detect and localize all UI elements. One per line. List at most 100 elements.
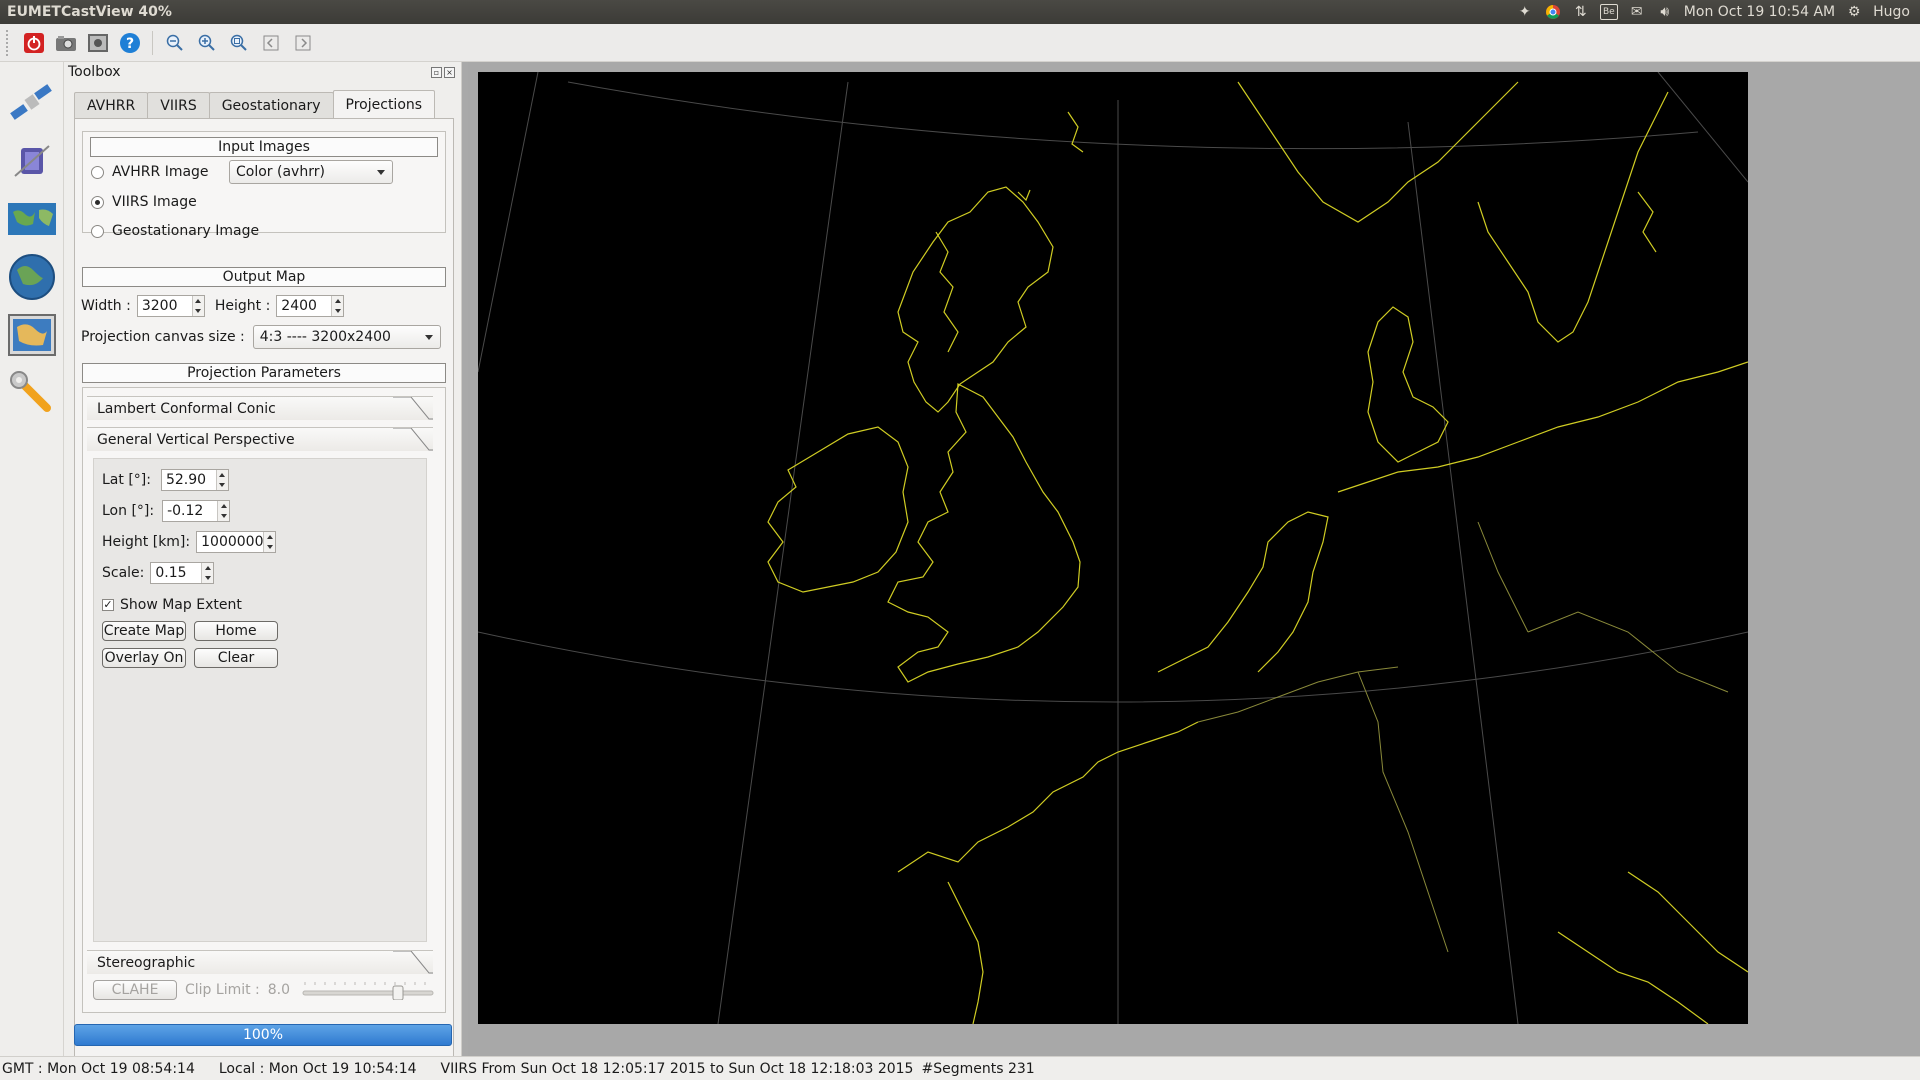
tab-geostationary[interactable]: Geostationary bbox=[208, 92, 334, 118]
spin-up-icon[interactable] bbox=[204, 566, 211, 570]
spin-up-icon[interactable] bbox=[220, 504, 227, 508]
progress-bar: 100% bbox=[74, 1024, 452, 1046]
projection-parameters-label: Projection Parameters bbox=[82, 363, 446, 383]
overlay-on-button[interactable]: Overlay On bbox=[102, 648, 186, 668]
clock[interactable]: Mon Oct 19 10:54 AM bbox=[1684, 4, 1835, 20]
scale-row: Scale: 0.15 bbox=[102, 562, 215, 584]
zoom-fit-icon[interactable] bbox=[226, 30, 252, 56]
help-icon[interactable]: ? bbox=[117, 30, 143, 56]
lat-value: 52.90 bbox=[165, 472, 207, 488]
toolbar-grip[interactable] bbox=[6, 29, 10, 56]
projection-toolbox: Lambert Conformal Conic General Vertical… bbox=[82, 387, 446, 1013]
mail-icon[interactable]: ✉ bbox=[1628, 3, 1646, 21]
color-combo-value: Color (avhrr) bbox=[236, 164, 325, 180]
geo-radio-label: Geostationary Image bbox=[112, 223, 260, 239]
spin-down-icon[interactable] bbox=[219, 483, 226, 487]
tab-viirs[interactable]: VIIRS bbox=[147, 92, 210, 118]
color-combo[interactable]: Color (avhrr) bbox=[229, 160, 393, 184]
spin-up-icon[interactable] bbox=[195, 299, 202, 303]
dropbox-icon[interactable]: ✦ bbox=[1516, 3, 1534, 21]
float-icon[interactable]: ▫ bbox=[431, 66, 442, 78]
screenshot-icon[interactable] bbox=[85, 30, 111, 56]
tab-avhrr[interactable]: AVHRR bbox=[74, 92, 149, 118]
tools-icon[interactable] bbox=[5, 366, 59, 420]
progress-text: 100% bbox=[242, 1027, 284, 1043]
lat-label: Lat [°]: bbox=[102, 472, 151, 488]
toolbox-tabs: AVHRR VIIRS Geostationary Projections bbox=[74, 90, 436, 118]
local-time: Local : Mon Oct 19 10:54:14 bbox=[218, 1060, 417, 1077]
scale-spinbox[interactable]: 0.15 bbox=[150, 562, 215, 584]
spin-up-icon[interactable] bbox=[219, 473, 226, 477]
width-spinbox[interactable]: 3200 bbox=[136, 295, 205, 317]
be-icon[interactable]: Be bbox=[1599, 4, 1618, 20]
map-container bbox=[468, 62, 1920, 1056]
lat-spinbox[interactable]: 52.90 bbox=[160, 469, 229, 491]
viirs-radio-row[interactable]: VIIRS Image bbox=[91, 194, 197, 210]
settings-gear-icon[interactable]: ⚙ bbox=[1845, 3, 1863, 21]
map-graphic bbox=[478, 72, 1748, 1024]
toolbox-title: Toolbox bbox=[68, 64, 121, 80]
close-icon[interactable]: × bbox=[444, 66, 455, 78]
clear-button[interactable]: Clear bbox=[194, 648, 278, 668]
avhrr-radio-row[interactable]: AVHRR Image bbox=[91, 164, 209, 180]
window-title: EUMETCastView 40% bbox=[7, 4, 172, 20]
spin-down-icon[interactable] bbox=[195, 309, 202, 313]
status-bar: GMT : Mon Oct 19 08:54:14 Local : Mon Oc… bbox=[0, 1056, 1920, 1080]
satellite-3d-icon[interactable] bbox=[5, 134, 59, 188]
projections-panel: Input Images AVHRR Image Color (avhrr) V… bbox=[74, 118, 454, 1068]
show-extent-row[interactable]: ✓ Show Map Extent bbox=[102, 597, 242, 613]
canvas-size-combo[interactable]: 4:3 ---- 3200x2400 bbox=[252, 325, 441, 349]
spin-down-icon[interactable] bbox=[204, 576, 211, 580]
satellite-icon[interactable] bbox=[5, 76, 59, 130]
show-extent-checkbox[interactable]: ✓ bbox=[102, 599, 114, 611]
world-map-icon[interactable] bbox=[5, 192, 59, 246]
lambert-conformal-conic-tab[interactable]: Lambert Conformal Conic bbox=[87, 396, 433, 420]
clahe-button[interactable]: CLAHE bbox=[93, 980, 177, 1000]
input-images-group: Input Images AVHRR Image Color (avhrr) V… bbox=[82, 131, 446, 239]
user-name[interactable]: Hugo bbox=[1873, 4, 1910, 20]
spin-down-icon[interactable] bbox=[220, 514, 227, 518]
create-map-button[interactable]: Create Map bbox=[102, 621, 186, 641]
canvas-size-value: 4:3 ---- 3200x2400 bbox=[259, 329, 391, 345]
height-spinbox[interactable]: 2400 bbox=[276, 295, 345, 317]
avhrr-radio[interactable] bbox=[91, 165, 104, 179]
width-label: Width : bbox=[81, 298, 131, 314]
height-km-label: Height [km]: bbox=[102, 534, 191, 550]
tab-projections[interactable]: Projections bbox=[332, 90, 436, 118]
spin-up-icon[interactable] bbox=[266, 535, 273, 539]
general-vertical-perspective-tab[interactable]: General Vertical Perspective bbox=[87, 427, 433, 451]
toolbox-panel: Toolbox ▫ × AVHRR VIIRS Geostationary Pr… bbox=[64, 62, 462, 1068]
volume-icon[interactable]: 🔊︎ bbox=[1656, 3, 1674, 21]
chrome-icon[interactable] bbox=[1544, 3, 1562, 21]
clip-limit-label: Clip Limit : bbox=[185, 982, 260, 998]
lat-row: Lat [°]: 52.90 bbox=[102, 469, 229, 491]
zoom-out-icon[interactable] bbox=[162, 30, 188, 56]
toolbar-separator bbox=[152, 30, 153, 55]
geo-radio[interactable] bbox=[91, 224, 104, 238]
network-icon[interactable]: ⇅ bbox=[1572, 3, 1590, 21]
globe-icon[interactable] bbox=[5, 250, 59, 304]
geo-radio-row[interactable]: Geostationary Image bbox=[91, 223, 259, 239]
camera-icon[interactable] bbox=[53, 30, 79, 56]
spin-up-icon[interactable] bbox=[334, 299, 341, 303]
tab-slant bbox=[393, 951, 433, 974]
height-value: 2400 bbox=[281, 298, 317, 314]
next-icon[interactable] bbox=[290, 30, 316, 56]
clip-limit-value: 8.0 bbox=[267, 982, 291, 998]
viirs-radio[interactable] bbox=[91, 195, 104, 209]
lon-spinbox[interactable]: -0.12 bbox=[162, 500, 231, 522]
prev-icon[interactable] bbox=[258, 30, 284, 56]
stereographic-tab[interactable]: Stereographic bbox=[87, 950, 433, 974]
spin-down-icon[interactable] bbox=[266, 545, 273, 549]
graticule bbox=[478, 72, 1748, 1024]
scale-value: 0.15 bbox=[155, 565, 187, 581]
projection-map-icon[interactable] bbox=[5, 308, 59, 362]
spin-down-icon[interactable] bbox=[334, 309, 341, 313]
height-km-spinbox[interactable]: 1000000 bbox=[196, 531, 277, 553]
projection-map-canvas[interactable] bbox=[478, 72, 1748, 1024]
zoom-in-icon[interactable] bbox=[194, 30, 220, 56]
power-icon[interactable] bbox=[21, 30, 47, 56]
output-map-label: Output Map bbox=[82, 267, 446, 287]
clip-limit-slider[interactable] bbox=[301, 980, 437, 1001]
home-button[interactable]: Home bbox=[194, 621, 278, 641]
